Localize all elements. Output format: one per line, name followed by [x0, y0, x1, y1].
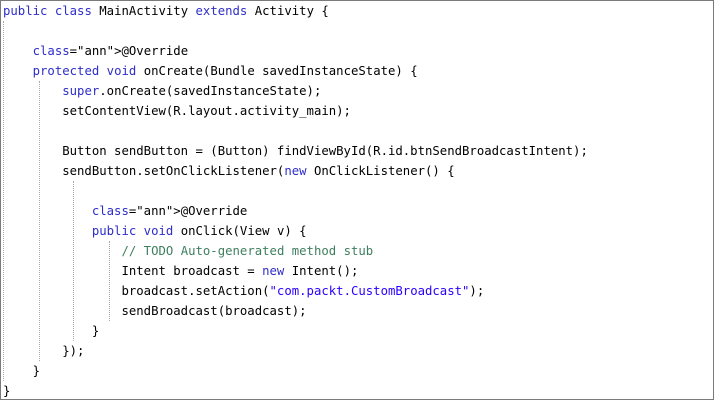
- code-line-4[interactable]: protected void onCreate(Bundle savedInst…: [3, 61, 418, 81]
- code-line-18[interactable]: });: [3, 341, 84, 361]
- code-line-15[interactable]: broadcast.setAction("com.packt.CustomBro…: [3, 281, 484, 301]
- code-line-19[interactable]: }: [3, 361, 40, 381]
- code-line-16[interactable]: sendBroadcast(broadcast);: [3, 301, 306, 321]
- code-line-13[interactable]: // TODO Auto-generated method stub: [3, 241, 373, 261]
- code-line-6[interactable]: setContentView(R.layout.activity_main);: [3, 101, 351, 121]
- code-line-1[interactable]: public class MainActivity extends Activi…: [3, 1, 329, 21]
- code-line-3[interactable]: class="ann">@Override: [3, 41, 189, 61]
- code-line-20[interactable]: }: [3, 381, 10, 399]
- code-line-11[interactable]: class="ann">@Override: [3, 201, 248, 221]
- code-line-8[interactable]: Button sendButton = (Button) findViewByI…: [3, 141, 588, 161]
- code-editor[interactable]: public class MainActivity extends Activi…: [0, 0, 714, 400]
- code-line-12[interactable]: public void onClick(View v) {: [3, 221, 307, 241]
- code-line-14[interactable]: Intent broadcast = new Intent();: [3, 261, 358, 281]
- code-line-17[interactable]: }: [3, 321, 99, 341]
- code-line-5[interactable]: super.onCreate(savedInstanceState);: [3, 81, 321, 101]
- code-line-9[interactable]: sendButton.setOnClickListener(new OnClic…: [3, 161, 454, 181]
